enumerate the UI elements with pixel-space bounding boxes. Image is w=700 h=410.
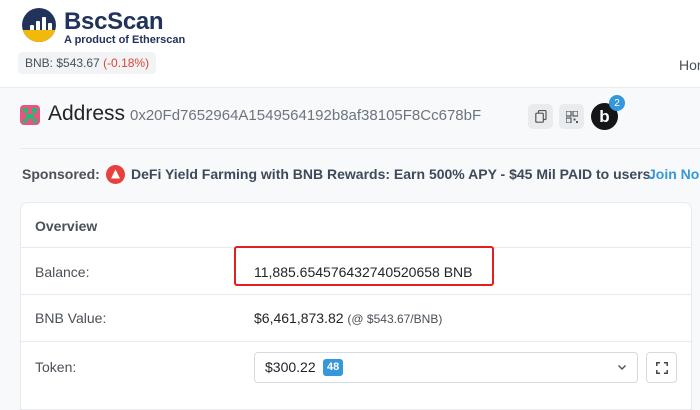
brand-name: BscScan [64,8,164,35]
balance-label: Balance: [35,264,90,280]
chevron-down-icon [617,364,627,371]
balance-row: Balance: 11,885.654576432740520658 BNB [21,248,691,295]
bscscan-logo-icon [22,8,56,42]
overview-header: Overview [21,203,691,248]
overview-title: Overview [35,218,98,234]
address-avatar [20,105,40,125]
nav-home-link[interactable]: Hom [679,57,700,73]
bnb-value-rate: (@ $543.67/BNB) [347,312,443,326]
overview-card: Overview Balance: 11,885.654576432740520… [20,202,692,410]
address-header: Address 0x20Fd7652964A1549564192b8af3810… [20,95,700,132]
qr-code-button[interactable] [559,104,584,129]
copy-icon [534,110,547,123]
sponsored-label: Sponsored: [22,166,100,182]
token-count-badge: 48 [323,359,344,376]
copy-address-button[interactable] [528,104,553,129]
token-value: $300.22 [265,359,316,375]
blockscan-chat-count: 2 [609,95,625,111]
expand-icon [655,361,668,374]
sponsored-join-link[interactable]: Join No [648,166,699,182]
bnb-price: BNB: $543.67 [25,56,100,70]
token-expand-button[interactable] [646,352,677,383]
bnb-value-label: BNB Value: [35,310,107,326]
page-title: Address [48,102,126,125]
bnb-value: $6,461,873.82 (@ $543.67/BNB) [254,310,442,326]
section-divider [20,148,700,149]
balance-value: 11,885.654576432740520658 BNB [254,264,473,280]
bnb-value-amount: $6,461,873.82 [254,310,344,326]
bnb-value-row: BNB Value: $6,461,873.82 (@ $543.67/BNB) [21,295,691,342]
bnb-price-change: (-0.18%) [103,56,150,70]
brand-tagline: A product of Etherscan [64,34,186,46]
token-holdings-dropdown[interactable]: $300.22 48 [254,352,638,383]
sponsor-logo-icon [106,165,125,184]
token-row: Token: $300.22 48 [21,342,691,389]
qr-code-icon [565,110,578,123]
bscscan-logo[interactable]: BscScan A product of Etherscan [20,6,185,46]
site-header: BscScan A product of Etherscan BNB: $543… [0,0,700,88]
sponsored-text[interactable]: DeFi Yield Farming with BNB Rewards: Ear… [131,166,654,182]
address-hash: 0x20Fd7652964A1549564192b8af38105F8Cc678… [130,107,482,124]
bnb-price-pill: BNB: $543.67 (-0.18%) [18,52,157,74]
token-label: Token: [35,359,77,375]
